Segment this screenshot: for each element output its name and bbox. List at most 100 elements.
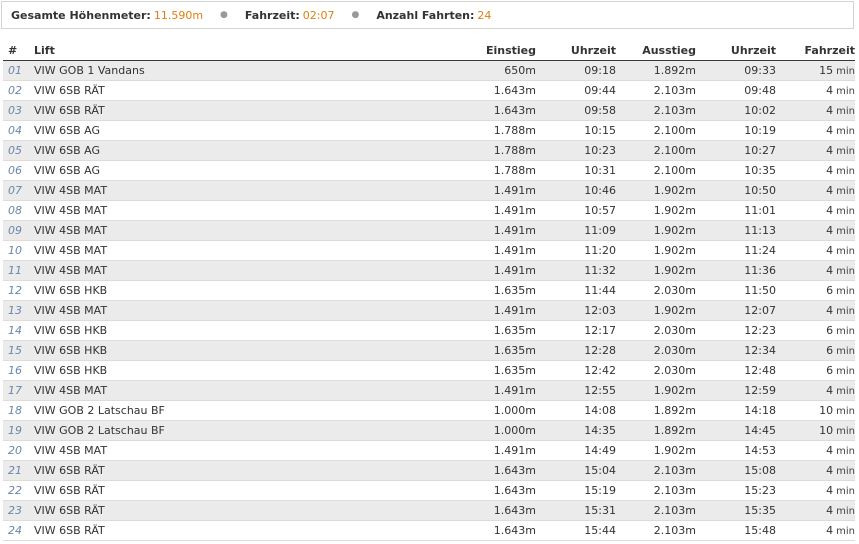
lift-name: VIW 6SB HKB	[34, 280, 288, 301]
entry-time: 10:31	[536, 160, 616, 181]
entry-elevation: 1.643m	[288, 80, 536, 101]
duration-unit: min	[836, 126, 855, 137]
ride-duration: 4 min	[776, 220, 855, 241]
exit-time: 09:48	[696, 80, 776, 101]
lift-name: VIW 4SB MAT	[34, 380, 288, 401]
exit-elevation: 2.103m	[616, 480, 696, 501]
table-row: 06 VIW 6SB AG 1.788m 10:31 2.100m 10:35 4 min	[3, 160, 855, 181]
exit-time: 15:35	[696, 500, 776, 521]
rides-label: Anzahl Fahrten:	[376, 8, 475, 22]
entry-time: 15:04	[536, 460, 616, 481]
ride-duration: 4 min	[776, 120, 855, 141]
time-value: 02:07	[302, 8, 335, 22]
entry-time: 11:09	[536, 220, 616, 241]
ride-number: 23	[3, 500, 34, 521]
ride-duration: 4 min	[776, 140, 855, 161]
ride-number: 21	[3, 460, 34, 481]
duration-value: 4	[826, 164, 834, 177]
exit-time: 10:27	[696, 140, 776, 161]
exit-time: 12:34	[696, 340, 776, 361]
exit-time: 10:02	[696, 100, 776, 121]
duration-unit: min	[836, 446, 855, 457]
entry-time: 15:44	[536, 520, 616, 541]
duration-unit: min	[836, 286, 855, 297]
exit-time: 14:18	[696, 400, 776, 421]
ride-duration: 4 min	[776, 160, 855, 181]
duration-value: 4	[826, 504, 834, 517]
duration-unit: min	[836, 246, 855, 257]
entry-elevation: 1.643m	[288, 460, 536, 481]
exit-elevation: 2.030m	[616, 280, 696, 301]
table-row: 05 VIW 6SB AG 1.788m 10:23 2.100m 10:27 4 min	[3, 140, 855, 161]
duration-value: 15	[819, 64, 834, 77]
entry-time: 12:28	[536, 340, 616, 361]
exit-time: 12:07	[696, 300, 776, 321]
lift-name: VIW 6SB RÄT	[34, 80, 288, 101]
exit-time: 12:23	[696, 320, 776, 341]
duration-value: 4	[826, 144, 834, 157]
ride-number: 11	[3, 260, 34, 281]
table-row: 02 VIW 6SB RÄT 1.643m 09:44 2.103m 09:48 4 min	[3, 80, 855, 101]
entry-time: 11:20	[536, 240, 616, 261]
entry-elevation: 1.635m	[288, 280, 536, 301]
duration-unit: min	[836, 186, 855, 197]
ride-number: 12	[3, 280, 34, 301]
lift-name: VIW 6SB AG	[34, 160, 288, 181]
entry-time: 12:42	[536, 360, 616, 381]
ride-number: 22	[3, 480, 34, 501]
lift-name: VIW 6SB HKB	[34, 340, 288, 361]
table-row: 12 VIW 6SB HKB 1.635m 11:44 2.030m 11:50 6 min	[3, 280, 855, 301]
duration-unit: min	[836, 506, 855, 517]
duration-value: 4	[826, 524, 834, 537]
lift-name: VIW 4SB MAT	[34, 440, 288, 461]
entry-time: 09:44	[536, 80, 616, 101]
entry-time: 11:32	[536, 260, 616, 281]
table-row: 23 VIW 6SB RÄT 1.643m 15:31 2.103m 15:35 4 min	[3, 500, 855, 521]
column-header-duration: Fahrzeit	[776, 40, 855, 61]
column-header-entry-time: Uhrzeit	[536, 40, 616, 61]
column-header-entry: Einstieg	[288, 40, 536, 61]
table-row: 16 VIW 6SB HKB 1.635m 12:42 2.030m 12:48 6 min	[3, 360, 855, 381]
duration-unit: min	[836, 346, 855, 357]
lift-name: VIW 4SB MAT	[34, 260, 288, 281]
ride-duration: 4 min	[776, 480, 855, 501]
ride-duration: 4 min	[776, 260, 855, 281]
table-row: 15 VIW 6SB HKB 1.635m 12:28 2.030m 12:34 6 min	[3, 340, 855, 361]
ride-number: 05	[3, 140, 34, 161]
duration-unit: min	[836, 306, 855, 317]
ride-number: 06	[3, 160, 34, 181]
entry-time: 12:03	[536, 300, 616, 321]
lift-name: VIW GOB 1 Vandans	[34, 60, 288, 81]
exit-elevation: 1.902m	[616, 180, 696, 201]
table-row: 04 VIW 6SB AG 1.788m 10:15 2.100m 10:19 4 min	[3, 120, 855, 141]
table-header-row: # Lift Einstieg Uhrzeit Ausstieg Uhrzeit…	[3, 40, 855, 61]
duration-value: 4	[826, 444, 834, 457]
duration-value: 4	[826, 384, 834, 397]
exit-elevation: 2.100m	[616, 160, 696, 181]
duration-unit: min	[836, 526, 855, 537]
entry-time: 10:15	[536, 120, 616, 141]
duration-unit: min	[836, 166, 855, 177]
duration-unit: min	[836, 366, 855, 377]
entry-elevation: 1.491m	[288, 220, 536, 241]
table-row: 11 VIW 4SB MAT 1.491m 11:32 1.902m 11:36 4 min	[3, 260, 855, 281]
entry-elevation: 650m	[288, 60, 536, 81]
exit-time: 12:48	[696, 360, 776, 381]
entry-time: 11:44	[536, 280, 616, 301]
lift-name: VIW GOB 2 Latschau BF	[34, 420, 288, 441]
table-row: 14 VIW 6SB HKB 1.635m 12:17 2.030m 12:23 6 min	[3, 320, 855, 341]
ride-number: 08	[3, 200, 34, 221]
exit-time: 11:13	[696, 220, 776, 241]
table-row: 19 VIW GOB 2 Latschau BF 1.000m 14:35 1.892m…	[3, 420, 855, 441]
ride-duration: 15 min	[776, 60, 855, 81]
ride-duration: 4 min	[776, 100, 855, 121]
table-row: 22 VIW 6SB RÄT 1.643m 15:19 2.103m 15:23 4 min	[3, 480, 855, 501]
entry-time: 12:55	[536, 380, 616, 401]
ride-number: 17	[3, 380, 34, 401]
column-header-lift: Lift	[34, 40, 288, 61]
lift-name: VIW 6SB RÄT	[34, 500, 288, 521]
rides-value: 24	[477, 8, 492, 22]
table-row: 21 VIW 6SB RÄT 1.643m 15:04 2.103m 15:08 4 min	[3, 460, 855, 481]
duration-unit: min	[836, 486, 855, 497]
lift-name: VIW 4SB MAT	[34, 200, 288, 221]
